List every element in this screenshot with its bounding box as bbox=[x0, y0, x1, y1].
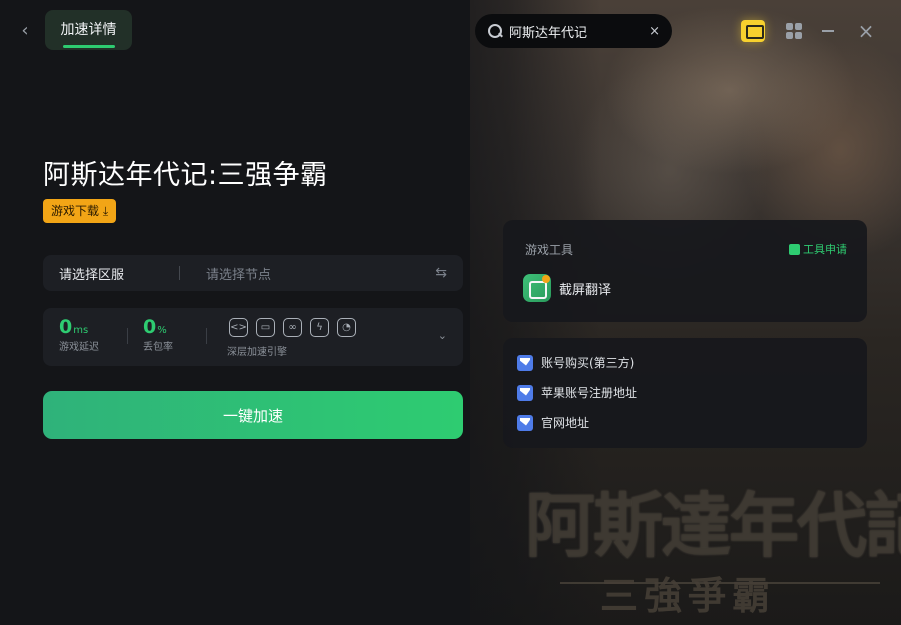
minimize-icon[interactable] bbox=[822, 30, 834, 32]
link-label[interactable]: 账号购买(第三方) bbox=[541, 354, 634, 371]
latency-stat: 0ms 游戏延迟 bbox=[59, 316, 99, 353]
packet-loss-unit: % bbox=[157, 325, 167, 336]
game-download-button[interactable]: 游戏下载 ⤓ bbox=[43, 199, 117, 223]
latency-unit: ms bbox=[73, 325, 89, 336]
background-subtitle-art: 三強爭霸 bbox=[600, 573, 777, 618]
link-account-purchase[interactable]: 账号购买(第三方) bbox=[517, 354, 634, 371]
node-select-placeholder[interactable]: 请选择节点 bbox=[206, 264, 435, 283]
stat-divider bbox=[206, 328, 207, 344]
link-apple-account[interactable]: 苹果账号注册地址 bbox=[517, 384, 637, 401]
background-title-art: 阿斯達年代記 bbox=[525, 484, 901, 567]
close-icon[interactable]: × bbox=[856, 20, 876, 42]
engine-icons: <> ▭ ∞ ϟ ◔ bbox=[229, 318, 356, 337]
search-value[interactable]: 阿斯达年代记 bbox=[509, 22, 649, 41]
bolt-icon[interactable]: ϟ bbox=[310, 318, 329, 337]
back-chevron-icon[interactable]: ‹ bbox=[14, 20, 36, 42]
gauge-icon[interactable]: ◔ bbox=[337, 318, 356, 337]
game-tools-panel: 游戏工具 工具申请 截屏翻译 bbox=[503, 220, 867, 322]
screenshot-translate-icon bbox=[523, 274, 551, 302]
chevron-down-icon[interactable]: ⌄ bbox=[438, 329, 447, 342]
packet-loss-value: 0 bbox=[143, 316, 157, 338]
clear-search-icon[interactable]: × bbox=[649, 24, 660, 39]
region-divider bbox=[179, 266, 180, 280]
link-badge-icon bbox=[517, 414, 533, 431]
packet-loss-stat: 0% 丢包率 bbox=[143, 316, 173, 353]
link-badge-icon bbox=[517, 384, 533, 401]
packet-loss-label: 丢包率 bbox=[143, 342, 173, 353]
code-icon[interactable]: <> bbox=[229, 318, 248, 337]
screen-icon[interactable]: ▭ bbox=[256, 318, 275, 337]
search-input[interactable]: 阿斯达年代记 × bbox=[475, 14, 672, 48]
link-label[interactable]: 官网地址 bbox=[541, 414, 589, 431]
apps-grid-icon[interactable] bbox=[786, 23, 802, 39]
game-title: 阿斯达年代记:三强争霸 bbox=[43, 160, 328, 191]
link-badge-icon bbox=[517, 354, 533, 371]
links-panel: 账号购买(第三方) 苹果账号注册地址 官网地址 bbox=[503, 338, 867, 448]
link-official-site[interactable]: 官网地址 bbox=[517, 414, 589, 431]
tool-screenshot-translate[interactable]: 截屏翻译 bbox=[523, 274, 611, 302]
stat-divider bbox=[127, 328, 128, 344]
latency-label: 游戏延迟 bbox=[59, 342, 99, 353]
engine-label: 深层加速引擎 bbox=[227, 347, 287, 358]
stats-panel: 0ms 游戏延迟 0% 丢包率 <> ▭ ∞ ϟ ◔ 深层加速引擎 ⌄ bbox=[43, 308, 463, 366]
tools-apply-label[interactable]: 工具申请 bbox=[803, 241, 847, 257]
tab-accel-details[interactable]: 加速详情 bbox=[45, 10, 132, 50]
tool-label[interactable]: 截屏翻译 bbox=[559, 279, 611, 298]
region-selector[interactable]: 请选择区服 请选择节点 ⇆ bbox=[43, 255, 463, 291]
search-icon bbox=[487, 23, 503, 39]
gift-icon[interactable] bbox=[741, 20, 765, 42]
link-icon[interactable]: ∞ bbox=[283, 318, 302, 337]
link-label[interactable]: 苹果账号注册地址 bbox=[541, 384, 637, 401]
region-select-label[interactable]: 请选择区服 bbox=[59, 264, 179, 283]
tools-apply-link[interactable]: 工具申请 bbox=[789, 241, 847, 257]
latency-value: 0 bbox=[59, 316, 73, 338]
swap-icon[interactable]: ⇆ bbox=[435, 265, 447, 281]
tools-title: 游戏工具 bbox=[525, 243, 574, 257]
one-click-accelerate-button[interactable]: 一键加速 bbox=[43, 391, 463, 439]
cube-icon bbox=[789, 243, 800, 255]
